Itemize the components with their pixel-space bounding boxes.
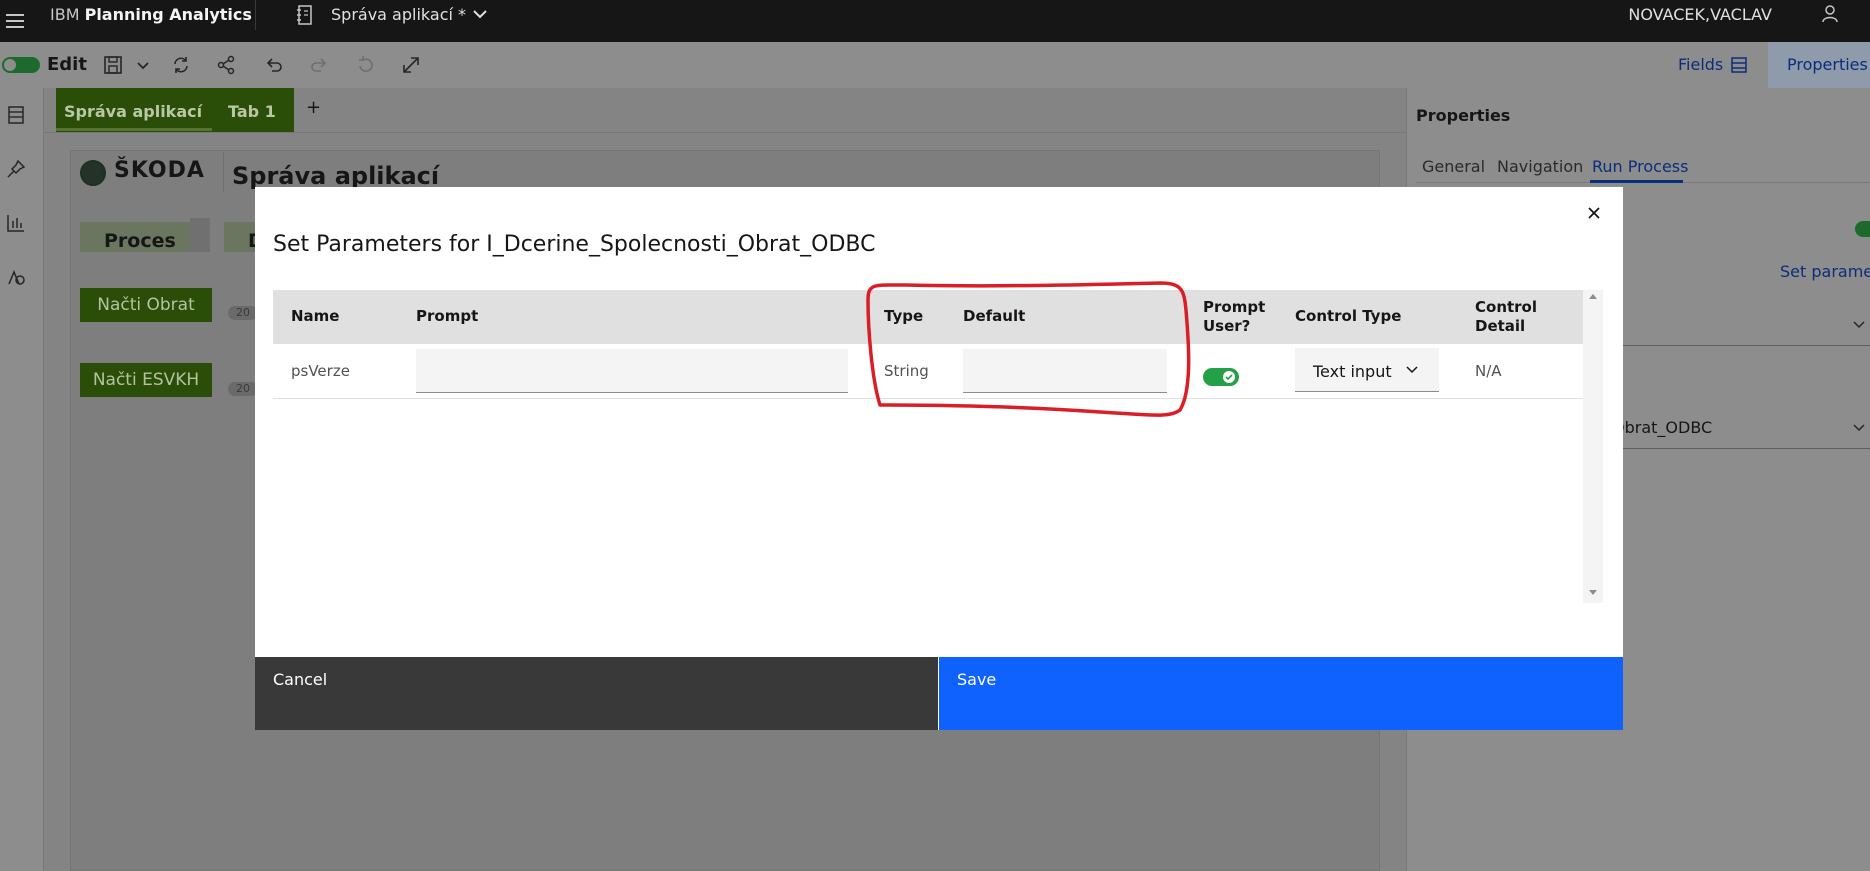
brand-prefix: IBM [50, 5, 80, 24]
cancel-label: Cancel [273, 670, 328, 689]
properties-toggle-button[interactable]: Properties [1768, 42, 1870, 88]
chevron-down-icon[interactable] [132, 54, 154, 76]
row-divider [273, 398, 1583, 399]
properties-field1-underline [1606, 345, 1870, 346]
scroll-down-icon[interactable] [1589, 590, 1597, 595]
pin-icon[interactable] [5, 158, 27, 180]
share-icon[interactable] [215, 54, 237, 76]
fields-icon[interactable] [1730, 56, 1748, 74]
nacti-esvkh-button[interactable]: Načti ESVKH [80, 363, 212, 397]
properties-field2-underline [1606, 448, 1870, 449]
hamburger-menu-icon[interactable] [6, 10, 24, 32]
close-icon[interactable] [1585, 204, 1603, 222]
tab-divider [44, 132, 1406, 133]
set-parameters-dialog [255, 187, 1623, 730]
column-header-type: Type [884, 307, 924, 325]
column-header-control-type: Control Type [1295, 307, 1402, 325]
control-type-value: Text input [1313, 362, 1392, 381]
column-header-control-detail-line1: Control [1475, 298, 1538, 316]
left-rail [0, 88, 44, 871]
refresh-icon[interactable] [170, 54, 192, 76]
process-spinner[interactable] [190, 218, 210, 252]
properties-title: Properties [1416, 106, 1511, 125]
app-brand: IBM Planning Analytics [50, 4, 252, 26]
run-process-toggle[interactable] [1855, 221, 1870, 237]
reset-icon[interactable] [354, 54, 376, 76]
chevron-down-icon[interactable] [1405, 363, 1419, 377]
fields-link[interactable]: Fields [1678, 54, 1723, 76]
save-label: Save [957, 670, 997, 689]
default-value-input[interactable] [963, 349, 1167, 393]
chevron-down-icon[interactable] [1852, 318, 1866, 332]
expand-icon[interactable] [400, 54, 422, 76]
content-icon[interactable] [5, 104, 27, 126]
table-scrollbar[interactable] [1583, 290, 1603, 603]
brand-name: Planning Analytics [84, 5, 252, 24]
tab-general[interactable]: General [1422, 157, 1485, 177]
add-tab-button[interactable]: + [306, 98, 321, 118]
tab-sprava-aplikaci[interactable]: Správa aplikací [64, 103, 202, 121]
column-header-prompt-user-line1: Prompt [1203, 298, 1266, 316]
user-name[interactable]: NOVACEK,VACLAV [1628, 4, 1772, 26]
toggle-knob [1223, 371, 1235, 383]
save-button[interactable]: Save [939, 657, 1623, 730]
prompt-input[interactable] [416, 349, 848, 393]
active-tab-indicator [1590, 180, 1683, 183]
undo-icon[interactable] [263, 54, 285, 76]
document-title[interactable]: Správa aplikací * [331, 4, 466, 26]
scroll-up-icon[interactable] [1589, 294, 1597, 299]
widget-icon[interactable] [5, 266, 27, 288]
properties-field2-value: Obrat_ODBC [1612, 418, 1713, 437]
tab-navigation[interactable]: Navigation [1497, 157, 1583, 177]
column-header-name: Name [291, 307, 340, 325]
redo-icon[interactable] [308, 54, 330, 76]
param-type: String [884, 362, 929, 380]
tab-tab-1[interactable]: Tab 1 [228, 103, 276, 121]
column-header-default: Default [963, 307, 1026, 325]
topbar-divider [255, 0, 256, 30]
nacti-obrat-button[interactable]: Načti Obrat [80, 288, 212, 322]
logo-text: ŠKODA [114, 158, 205, 183]
edit-label: Edit [47, 54, 87, 75]
cancel-button[interactable]: Cancel [255, 657, 938, 730]
properties-label: Properties [1787, 55, 1868, 74]
column-header-prompt: Prompt [416, 307, 479, 325]
nacti-esvkh-value: 20 [228, 382, 258, 396]
toolbar: Edit Fields Properties [0, 42, 1870, 88]
edit-mode-toggle[interactable] [2, 57, 40, 73]
sheet-title: Správa aplikací [232, 162, 440, 190]
notebook-icon [297, 5, 312, 25]
top-bar: IBM Planning Analytics Správa aplikací *… [0, 0, 1870, 42]
dialog-title: Set Parameters for I_Dcerine_Spolecnosti… [273, 232, 876, 257]
tab-run-process[interactable]: Run Process [1592, 157, 1688, 177]
user-icon[interactable] [1820, 4, 1840, 24]
skoda-logo-icon [80, 160, 106, 186]
nacti-obrat-value: 20 [228, 306, 258, 320]
column-header-prompt-user-line2: User? [1203, 317, 1251, 335]
active-tab-indicator [56, 128, 212, 131]
column-header-control-detail-line2: Detail [1475, 317, 1526, 335]
param-name: psVerze [291, 362, 350, 380]
save-icon[interactable] [102, 54, 124, 76]
chevron-down-icon[interactable] [1852, 421, 1866, 435]
set-parameters-link[interactable]: Set paramete [1780, 262, 1870, 282]
chart-icon[interactable] [5, 212, 27, 234]
checkmark-icon [1225, 374, 1233, 381]
process-selector-label: Proces [104, 230, 176, 252]
chevron-down-icon[interactable] [470, 4, 490, 24]
control-detail-value: N/A [1475, 362, 1502, 380]
prompt-user-toggle[interactable] [1203, 368, 1239, 386]
